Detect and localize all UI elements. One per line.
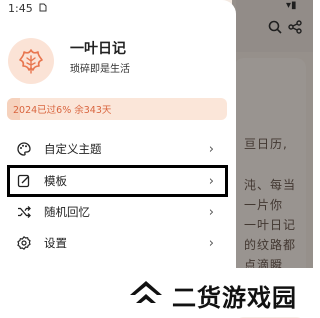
chevron-right-icon: › — [208, 141, 214, 157]
chevron-right-icon: › — [208, 173, 214, 189]
menu-item-label: 自定义主题 — [44, 142, 102, 156]
app-slogan: 琐碎即是生活 — [70, 64, 130, 75]
menu-item-label: 模板 — [44, 174, 67, 188]
sim-icon — [39, 2, 47, 15]
app-logo — [8, 38, 54, 84]
gear-icon — [16, 235, 32, 251]
menu-item-custom-theme[interactable]: 自定义主题 › — [6, 134, 228, 164]
status-time: 1:45 — [8, 1, 33, 15]
menu-item-label: 随机回忆 — [44, 205, 90, 219]
menu-item-random-memory[interactable]: 随机回忆 › — [6, 197, 228, 227]
year-progress-bar: 2024已过6% 余343天 — [7, 98, 227, 120]
template-icon — [16, 173, 32, 189]
palette-icon — [16, 141, 32, 157]
watermark-logo-icon — [128, 275, 164, 307]
shuffle-icon — [16, 204, 32, 220]
menu-item-settings[interactable]: 设置 › — [6, 228, 228, 258]
leaf-icon — [19, 49, 43, 74]
menu-item-template[interactable]: 模板 › — [6, 166, 228, 196]
menu-item-label: 设置 — [44, 236, 67, 250]
drawer-menu: 自定义主题 › 模板 › 随机回忆 › 设置 › — [6, 134, 228, 260]
app-name: 一叶日记 — [70, 41, 126, 57]
watermark-text: 二货游戏园 — [172, 284, 297, 312]
year-progress-text: 2024已过6% 余343天 — [13, 105, 112, 116]
chevron-right-icon: › — [208, 204, 214, 220]
chevron-right-icon: › — [208, 235, 214, 251]
status-bar: 1:45 — [8, 0, 47, 16]
